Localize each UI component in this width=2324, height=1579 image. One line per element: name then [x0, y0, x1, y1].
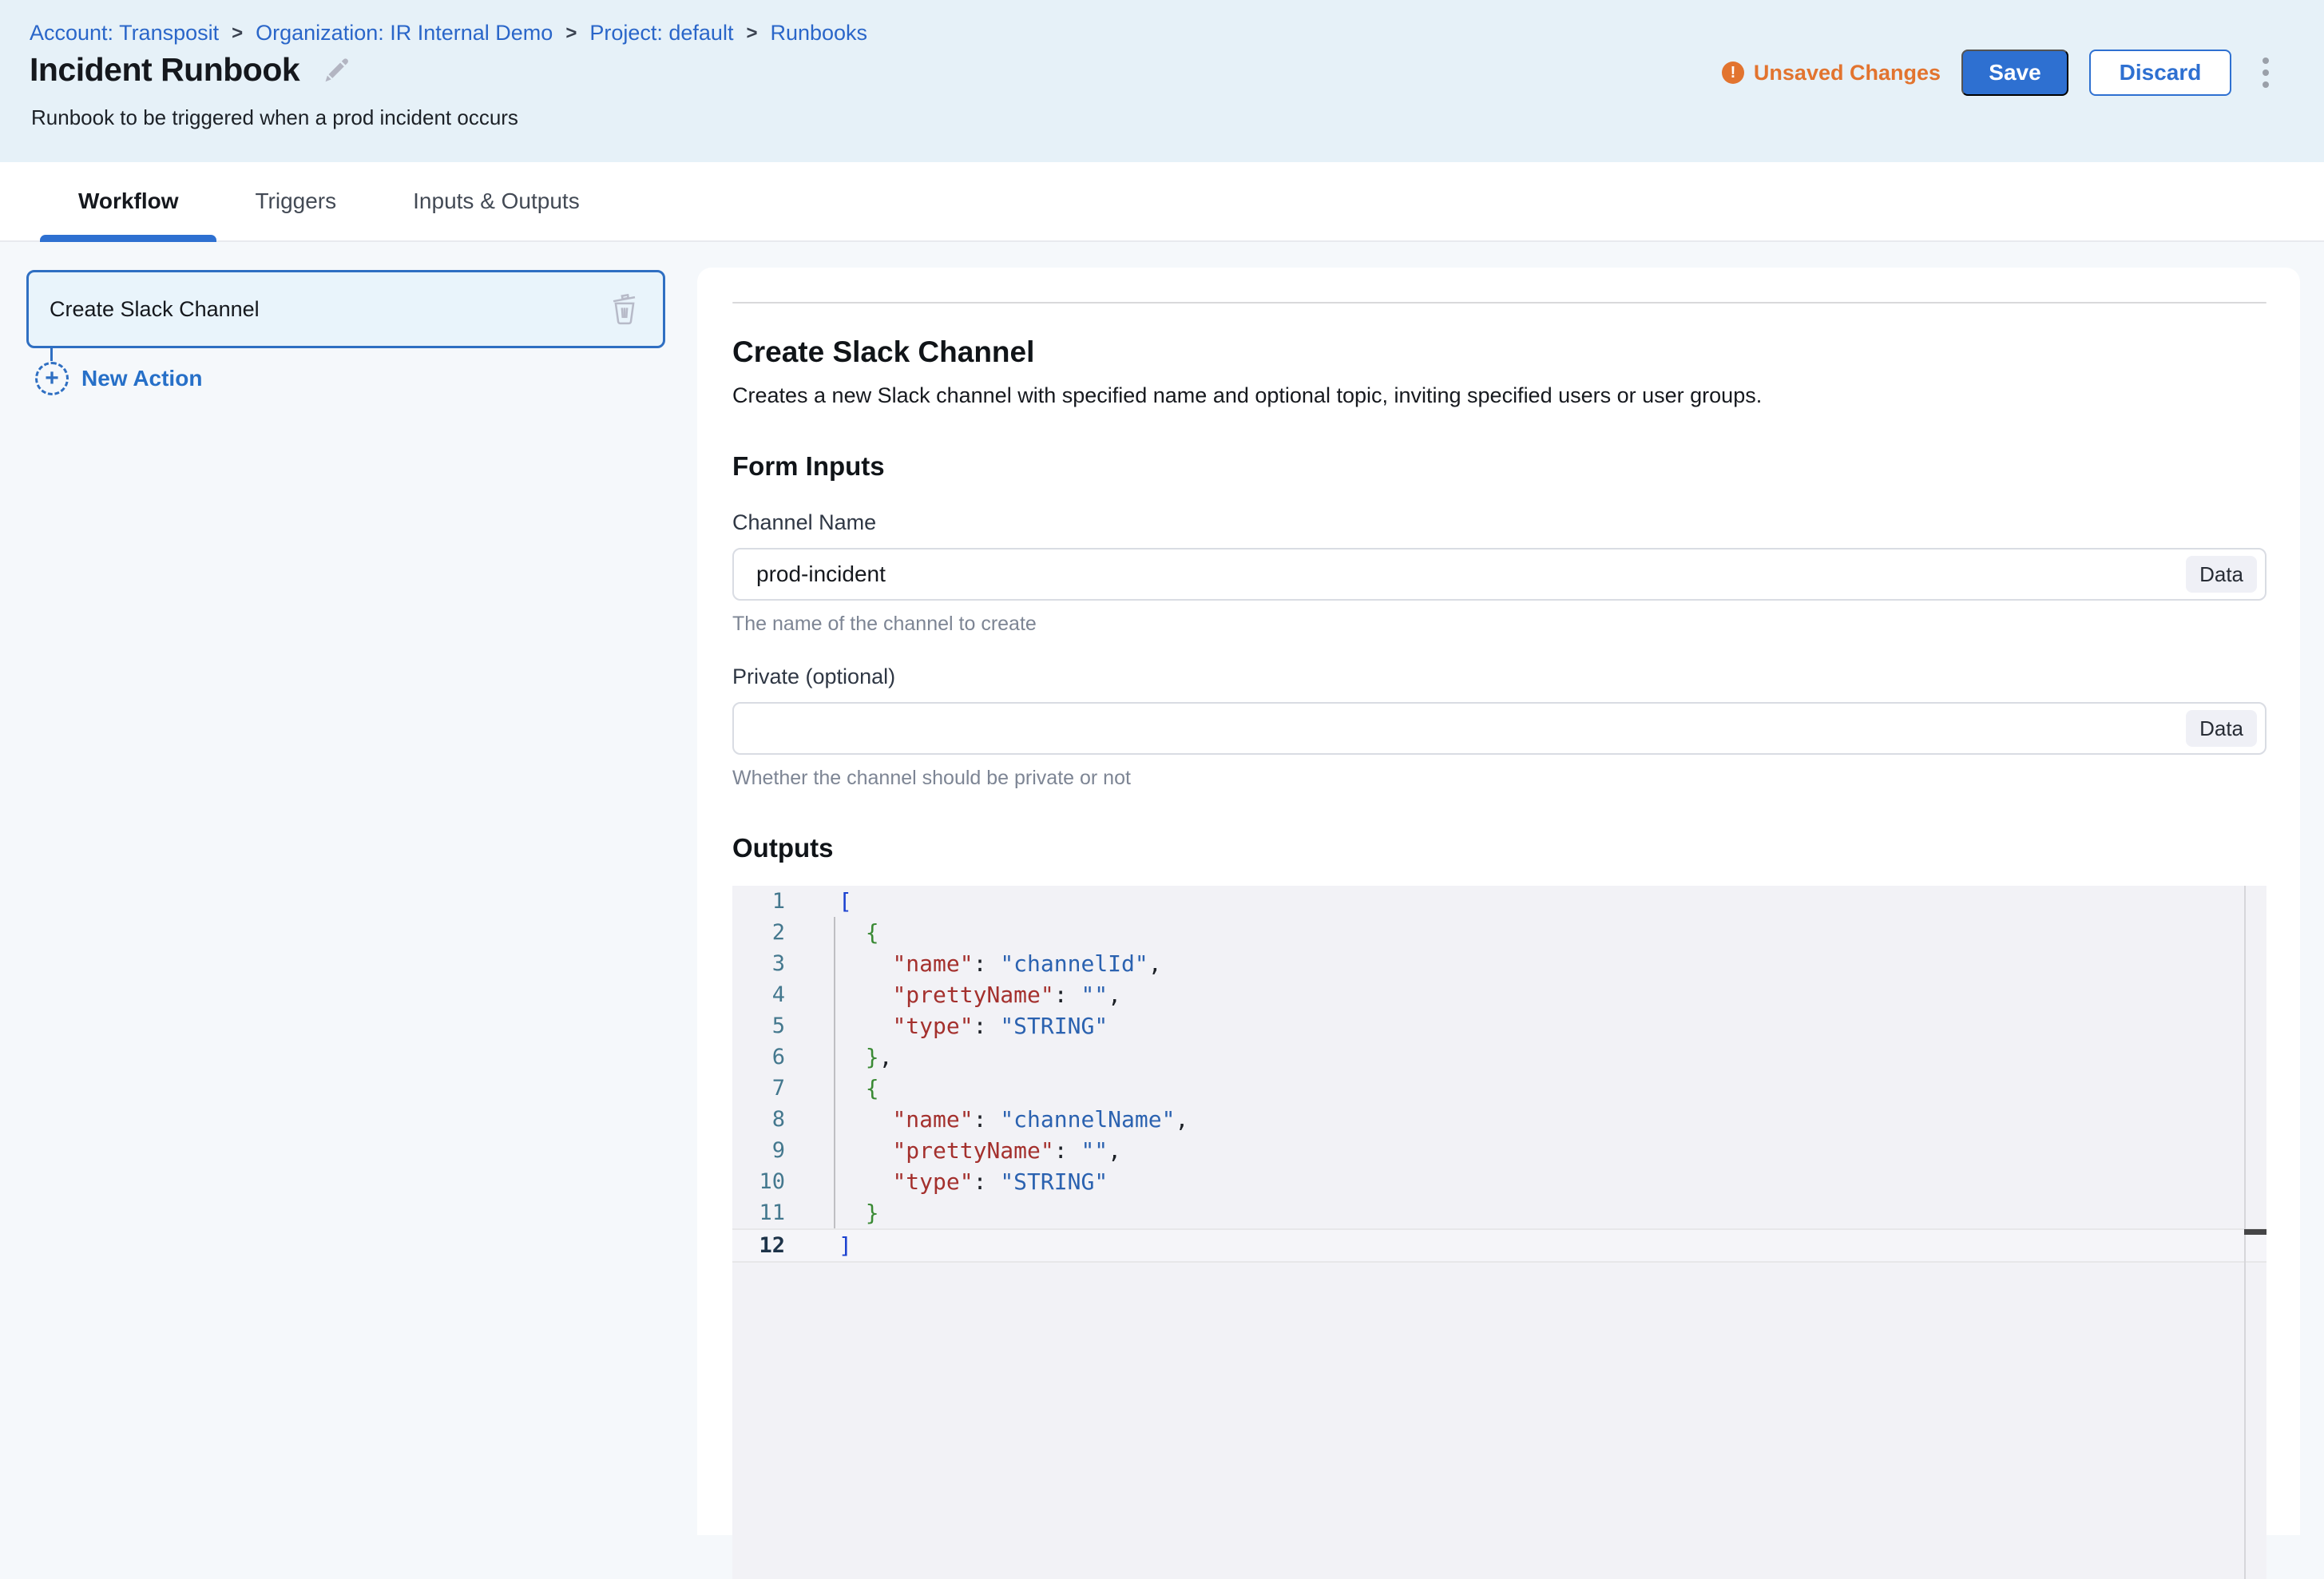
tab-bar: Workflow Triggers Inputs & Outputs: [0, 162, 2324, 242]
private-input-wrapper: Data: [732, 702, 2266, 755]
kebab-dot: [2263, 81, 2269, 88]
breadcrumb-organization-link[interactable]: Organization: IR Internal Demo: [256, 21, 553, 46]
private-data-button[interactable]: Data: [2186, 710, 2257, 747]
code-text: "prettyName": "",: [785, 979, 2266, 1010]
editor-scrollbar-marker: [2244, 1229, 2266, 1235]
private-helper-text: Whether the channel should be private or…: [732, 767, 2266, 790]
new-action-label: New Action: [81, 366, 202, 391]
breadcrumb: Account: Transposit > Organization: IR I…: [30, 21, 867, 46]
discard-button[interactable]: Discard: [2089, 50, 2231, 96]
workflow-connector-line: [50, 348, 53, 361]
line-number: 6: [732, 1041, 785, 1073]
kebab-dot: [2263, 69, 2269, 76]
code-text: "type": "STRING": [785, 1010, 2266, 1041]
tab-workflow[interactable]: Workflow: [40, 162, 216, 240]
tab-triggers[interactable]: Triggers: [216, 162, 375, 240]
line-number: 7: [732, 1073, 785, 1104]
code-line[interactable]: 5 "type": "STRING": [732, 1010, 2266, 1041]
line-number: 3: [732, 948, 785, 979]
breadcrumb-account-link[interactable]: Account: Transposit: [30, 21, 219, 46]
pencil-icon: [321, 55, 351, 85]
line-number: 5: [732, 1010, 785, 1041]
kebab-dot: [2263, 58, 2269, 64]
workflow-action-label: Create Slack Channel: [50, 297, 260, 322]
action-detail-title: Create Slack Channel: [732, 335, 2266, 369]
save-button[interactable]: Save: [1961, 50, 2068, 96]
code-text: }: [785, 1197, 2266, 1228]
outputs-heading: Outputs: [732, 833, 2266, 863]
page-subtitle: Runbook to be triggered when a prod inci…: [31, 105, 518, 130]
trash-icon: [609, 292, 640, 326]
code-text: {: [785, 917, 2266, 948]
page-title: Incident Runbook: [30, 51, 299, 89]
code-line[interactable]: 6 },: [732, 1041, 2266, 1073]
line-number: 11: [732, 1197, 785, 1228]
alert-icon: !: [1722, 61, 1744, 84]
code-line[interactable]: 4 "prettyName": "",: [732, 979, 2266, 1010]
breadcrumb-separator: >: [746, 22, 757, 45]
code-text: "name": "channelName",: [785, 1104, 2266, 1135]
line-number: 4: [732, 979, 785, 1010]
line-number: 2: [732, 917, 785, 948]
outputs-code-editor[interactable]: 1[2 {3 "name": "channelId",4 "prettyName…: [732, 886, 2266, 1579]
code-line[interactable]: 10 "type": "STRING": [732, 1166, 2266, 1197]
unsaved-changes-indicator: ! Unsaved Changes: [1722, 61, 1941, 85]
code-line[interactable]: 7 {: [732, 1073, 2266, 1104]
new-action-button[interactable]: + New Action: [35, 362, 202, 395]
line-number: 9: [732, 1135, 785, 1166]
page-header: Account: Transposit > Organization: IR I…: [0, 0, 2324, 162]
code-text: },: [785, 1041, 2266, 1073]
tab-inputs-outputs[interactable]: Inputs & Outputs: [375, 162, 618, 240]
line-number: 12: [732, 1230, 785, 1261]
private-label: Private (optional): [732, 665, 2266, 689]
breadcrumb-separator: >: [232, 22, 243, 45]
code-line[interactable]: 1[: [732, 886, 2266, 917]
action-detail-panel: Create Slack Channel Creates a new Slack…: [697, 268, 2300, 1535]
private-input[interactable]: [755, 715, 2186, 742]
breadcrumb-separator: >: [565, 22, 577, 45]
code-line[interactable]: 3 "name": "channelId",: [732, 948, 2266, 979]
form-inputs-heading: Form Inputs: [732, 451, 2266, 482]
code-line[interactable]: 2 {: [732, 917, 2266, 948]
channel-name-input-wrapper: Data: [732, 548, 2266, 601]
code-line[interactable]: 8 "name": "channelName",: [732, 1104, 2266, 1135]
workflow-steps-panel: Create Slack Channel + New Action: [0, 242, 697, 1535]
channel-name-input[interactable]: [755, 561, 2186, 588]
channel-name-data-button[interactable]: Data: [2186, 556, 2257, 593]
code-line[interactable]: 9 "prettyName": "",: [732, 1135, 2266, 1166]
code-text: ]: [785, 1230, 2266, 1261]
code-text: "prettyName": "",: [785, 1135, 2266, 1166]
channel-name-helper-text: The name of the channel to create: [732, 613, 2266, 636]
line-number: 10: [732, 1166, 785, 1197]
code-text: {: [785, 1073, 2266, 1104]
code-line[interactable]: 11 }: [732, 1197, 2266, 1228]
divider: [732, 302, 2266, 304]
line-number: 1: [732, 886, 785, 917]
code-text: "name": "channelId",: [785, 948, 2266, 979]
breadcrumb-project-link[interactable]: Project: default: [589, 21, 733, 46]
code-text: [: [785, 886, 2266, 917]
more-options-button[interactable]: [2252, 50, 2279, 96]
action-detail-description: Creates a new Slack channel with specifi…: [732, 383, 2266, 408]
code-line[interactable]: 12]: [732, 1228, 2266, 1263]
delete-action-button[interactable]: [607, 290, 642, 328]
breadcrumb-runbooks-link[interactable]: Runbooks: [770, 21, 867, 46]
workflow-action-card[interactable]: Create Slack Channel: [26, 270, 665, 348]
indent-guide-line: [834, 917, 835, 1228]
code-text: "type": "STRING": [785, 1166, 2266, 1197]
line-number: 8: [732, 1104, 785, 1135]
channel-name-label: Channel Name: [732, 510, 2266, 535]
plus-icon: +: [35, 362, 69, 395]
unsaved-changes-label: Unsaved Changes: [1754, 61, 1941, 85]
edit-title-button[interactable]: [320, 54, 352, 86]
